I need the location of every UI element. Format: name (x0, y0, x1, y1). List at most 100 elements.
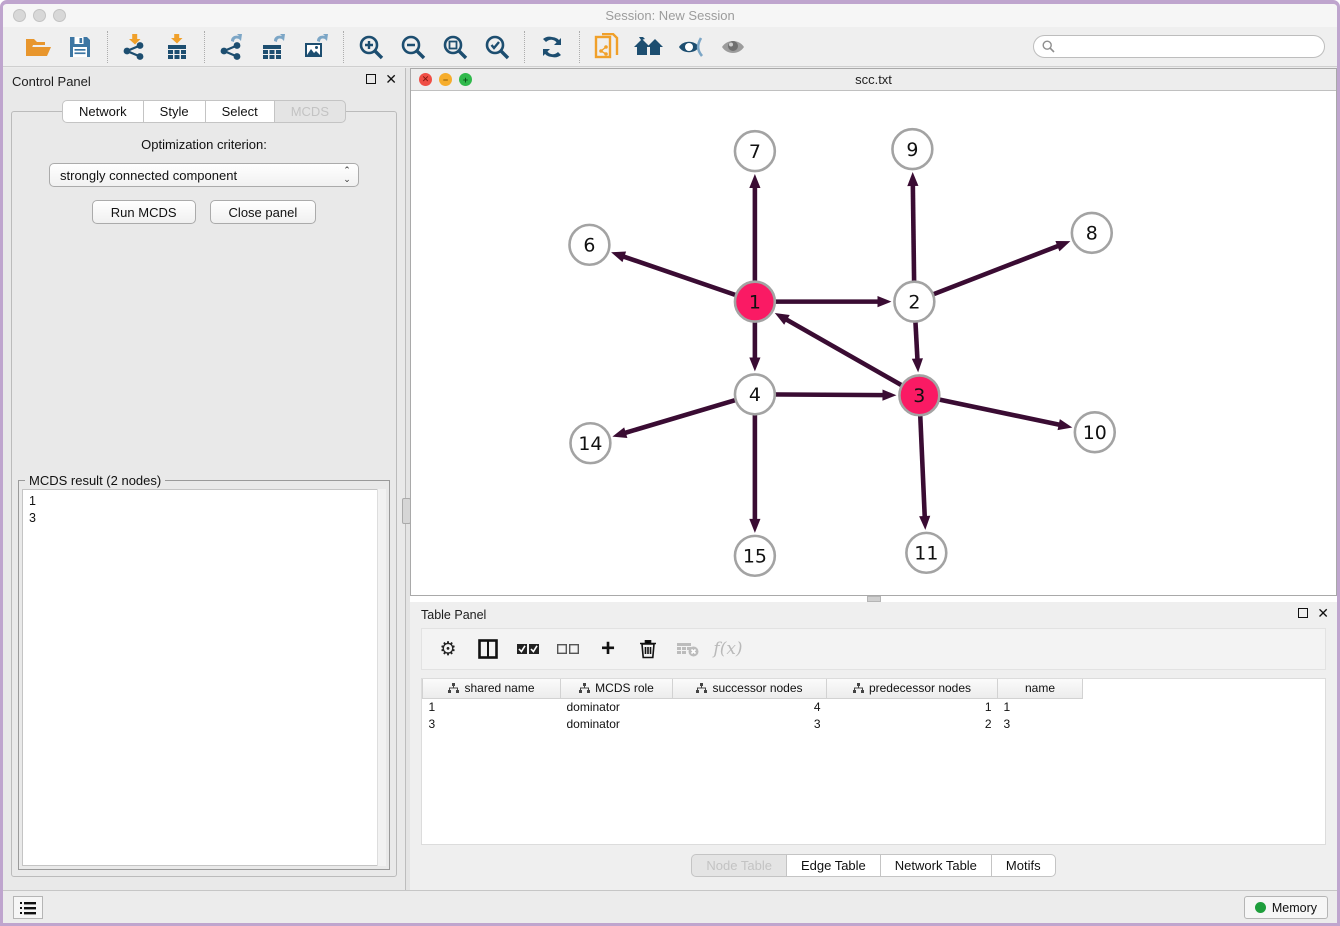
select-all-icon[interactable] (510, 634, 546, 664)
tab-style[interactable]: Style (143, 100, 205, 123)
table-cell[interactable]: 1 (423, 698, 561, 715)
export-network-icon[interactable] (211, 31, 253, 63)
status-bar: Memory (3, 890, 1337, 923)
tab-mcds[interactable]: MCDS (274, 100, 346, 123)
table-row[interactable]: 3dominator323 (423, 715, 1083, 732)
graph-node-3[interactable]: 3 (899, 375, 939, 415)
graph-node-9[interactable]: 9 (892, 129, 932, 169)
graph-node-10[interactable]: 10 (1075, 412, 1115, 452)
clone-network-icon[interactable] (586, 31, 628, 63)
export-image-icon[interactable] (295, 31, 337, 63)
graph-arrowhead (907, 172, 918, 186)
save-session-icon[interactable] (59, 31, 101, 63)
criterion-value: strongly connected component (60, 168, 237, 183)
table-row[interactable]: 1dominator411 (423, 698, 1083, 715)
close-panel-button[interactable]: Close panel (210, 200, 317, 224)
table-cell[interactable]: 2 (827, 715, 998, 732)
graph-node-6[interactable]: 6 (569, 225, 609, 265)
zoom-in-icon[interactable] (350, 31, 392, 63)
graph-arrowhead (611, 252, 626, 263)
export-table-icon[interactable] (253, 31, 295, 63)
table-cell[interactable]: 4 (673, 698, 827, 715)
app-window: Session: New Session (0, 0, 1340, 926)
svg-text:9: 9 (906, 139, 918, 161)
graph-node-15[interactable]: 15 (735, 536, 775, 576)
search-icon (1042, 40, 1055, 53)
column-header-MCDS-role[interactable]: MCDS role (561, 679, 673, 698)
show-all-icon[interactable] (712, 31, 754, 63)
memory-button[interactable]: Memory (1244, 896, 1328, 919)
zoom-fit-icon[interactable] (434, 31, 476, 63)
show-all-networks-icon[interactable] (628, 31, 670, 63)
table-close-icon[interactable]: ✕ (1317, 608, 1329, 618)
mcds-result-text[interactable]: 1 3 (22, 489, 386, 866)
network-title: scc.txt (411, 72, 1336, 87)
table-settings-icon[interactable]: ⚙ (430, 634, 466, 664)
zoom-selected-icon[interactable] (476, 31, 518, 63)
table-panel: Table Panel ✕ ⚙ + (410, 602, 1337, 890)
float-panel-icon[interactable] (366, 74, 376, 84)
tab-node-table[interactable]: Node Table (691, 854, 786, 877)
delete-column-icon[interactable] (630, 634, 666, 664)
table-cell[interactable]: 3 (998, 715, 1083, 732)
graph-node-11[interactable]: 11 (906, 533, 946, 573)
graph-node-7[interactable]: 7 (735, 131, 775, 171)
tab-network-table[interactable]: Network Table (880, 854, 991, 877)
table-cell[interactable]: dominator (561, 715, 673, 732)
table-cell[interactable]: 3 (673, 715, 827, 732)
apply-layout-icon[interactable] (531, 31, 573, 63)
graph-arrowhead (1055, 241, 1070, 251)
graph-edge-3-1[interactable] (785, 319, 919, 395)
hide-selected-icon[interactable] (670, 31, 712, 63)
network-view-window: ✕ − + scc.txt 7968124314101511 (410, 68, 1337, 596)
import-network-icon[interactable] (114, 31, 156, 63)
result-scrollbar[interactable] (377, 489, 386, 866)
table-cell[interactable]: 1 (827, 698, 998, 715)
table-cell[interactable]: 3 (423, 715, 561, 732)
import-table-icon[interactable] (156, 31, 198, 63)
deselect-all-icon[interactable] (550, 634, 586, 664)
column-header-name[interactable]: name (998, 679, 1083, 698)
graph-node-8[interactable]: 8 (1072, 213, 1112, 253)
graph-edge-3-10[interactable] (919, 395, 1060, 425)
graph-edge-2-8[interactable] (914, 245, 1059, 301)
search-box[interactable] (1033, 35, 1325, 58)
column-type-icon (579, 683, 590, 693)
table-cell[interactable]: 1 (998, 698, 1083, 715)
table-cell[interactable]: dominator (561, 698, 673, 715)
create-column-icon[interactable]: + (590, 634, 626, 664)
table-tabs: Node TableEdge TableNetwork TableMotifs (410, 854, 1337, 877)
show-columns-icon[interactable] (470, 634, 506, 664)
close-panel-icon[interactable]: ✕ (385, 74, 397, 84)
search-input[interactable] (1060, 40, 1316, 54)
zoom-out-icon[interactable] (392, 31, 434, 63)
column-header-successor-nodes[interactable]: successor nodes (673, 679, 827, 698)
table-panel-title: Table Panel (421, 608, 486, 622)
function-builder-icon[interactable]: f(x) (710, 634, 746, 664)
task-history-button[interactable] (13, 896, 43, 919)
tab-select[interactable]: Select (205, 100, 274, 123)
graph-node-1[interactable]: 1 (735, 282, 775, 322)
column-header-predecessor-nodes[interactable]: predecessor nodes (827, 679, 998, 698)
graph-node-2[interactable]: 2 (894, 282, 934, 322)
open-session-icon[interactable] (17, 31, 59, 63)
network-canvas[interactable]: 7 9 6 8 1 2 4 3 14 10 15 11 (411, 91, 1336, 595)
control-panel: Control Panel ✕ NetworkStyleSelectMCDS O… (3, 68, 405, 890)
graph-node-4[interactable]: 4 (735, 374, 775, 414)
tab-network[interactable]: Network (62, 100, 143, 123)
graph-node-14[interactable]: 14 (570, 423, 610, 463)
graph-arrowhead (749, 357, 760, 371)
graph-svg: 7 9 6 8 1 2 4 3 14 10 15 11 (411, 91, 1336, 595)
graph-arrowhead (749, 519, 760, 533)
tab-edge-table[interactable]: Edge Table (786, 854, 880, 877)
delete-table-icon[interactable] (670, 634, 706, 664)
node-table: shared nameMCDS rolesuccessor nodesprede… (422, 679, 1083, 732)
column-header-shared-name[interactable]: shared name (423, 679, 561, 698)
memory-label: Memory (1272, 901, 1317, 915)
tab-motifs[interactable]: Motifs (991, 854, 1056, 877)
criterion-select[interactable]: strongly connected component ⌃⌄ (49, 163, 359, 187)
graph-arrowhead (775, 313, 790, 325)
node-table-area: shared nameMCDS rolesuccessor nodesprede… (421, 678, 1326, 845)
run-mcds-button[interactable]: Run MCDS (92, 200, 196, 224)
table-float-icon[interactable] (1298, 608, 1308, 618)
